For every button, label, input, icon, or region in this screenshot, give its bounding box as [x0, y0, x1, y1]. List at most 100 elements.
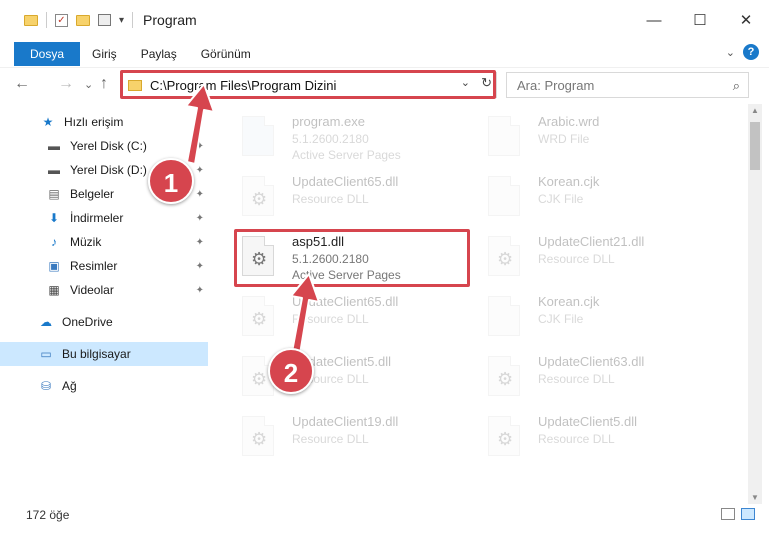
- dll-file-icon: ⚙: [488, 356, 520, 396]
- sidebar-item-bu-bilgisayar[interactable]: ▭ Bu bilgisayar: [0, 342, 208, 366]
- pin-icon: ✦: [195, 284, 204, 296]
- search-input[interactable]: Ara: Program ⌕: [506, 72, 749, 98]
- separator: [46, 12, 47, 28]
- file-name: UpdateClient65.dll: [292, 294, 399, 309]
- network-icon: ⛁: [40, 379, 52, 393]
- tab-giris[interactable]: Giriş: [80, 42, 129, 66]
- file-type: CJK File: [538, 192, 584, 206]
- scroll-up-icon[interactable]: ▲: [751, 106, 759, 115]
- sidebar-item-label: Yerel Disk (C:): [70, 139, 147, 153]
- sidebar-item-resimler[interactable]: ▣ Resimler ✦: [0, 254, 208, 278]
- tab-paylas[interactable]: Paylaş: [129, 42, 189, 66]
- file-name: Korean.cjk: [538, 294, 600, 309]
- scrollbar-thumb[interactable]: [750, 122, 760, 170]
- pictures-icon: ▣: [48, 259, 60, 273]
- sidebar-item-onedrive[interactable]: ☁ OneDrive: [0, 310, 208, 334]
- dll-file-icon: ⚙: [242, 296, 274, 336]
- dll-file-icon: ⚙: [242, 416, 274, 456]
- pin-icon: ✦: [195, 164, 204, 176]
- vertical-scrollbar[interactable]: ▲ ▼: [748, 104, 762, 504]
- gear-icon: ⚙: [497, 429, 514, 449]
- pin-icon: ✦: [195, 188, 204, 200]
- search-icon[interactable]: ⌕: [733, 78, 740, 94]
- sidebar-item-ag[interactable]: ⛁ Ağ: [0, 374, 208, 398]
- file-type: Resource DLL: [292, 192, 369, 206]
- tiles-view-icon[interactable]: [741, 508, 755, 520]
- status-bar: 172 öğe: [0, 504, 769, 526]
- tab-gorunum[interactable]: Görünüm: [189, 42, 263, 66]
- gear-icon: ⚙: [251, 369, 268, 389]
- gear-icon: ⚙: [251, 309, 268, 329]
- sidebar-item-yerel-disk-c[interactable]: ▬ Yerel Disk (C:) ✦: [0, 134, 208, 158]
- file-tile[interactable]: ⚙ UpdateClient65.dll Resource DLL: [230, 288, 470, 346]
- file-description: Active Server Pages: [292, 148, 401, 162]
- file-name: UpdateClient63.dll: [538, 354, 645, 369]
- title-bar: ✓ ▾ Program — ☐ ✕: [0, 0, 769, 40]
- maximize-button[interactable]: ☐: [677, 0, 723, 40]
- sidebar-item-label: İndirmeler: [70, 211, 124, 225]
- expand-ribbon-icon[interactable]: ⌄: [726, 46, 735, 59]
- help-icon[interactable]: ?: [743, 44, 759, 60]
- ribbon-right: ⌄ ?: [726, 44, 759, 60]
- file-tile[interactable]: ⚙ UpdateClient21.dll Resource DLL: [476, 228, 716, 286]
- file-tile[interactable]: program.exe 5.1.2600.2180 Active Server …: [230, 108, 470, 166]
- dll-file-icon: ⚙: [242, 176, 274, 216]
- dropdown-arrow-icon[interactable]: ▾: [119, 15, 124, 26]
- tab-dosya[interactable]: Dosya: [14, 41, 81, 66]
- file-tile[interactable]: Korean.cjk CJK File: [476, 168, 716, 226]
- file-name: UpdateClient65.dll: [292, 174, 399, 189]
- file-tile[interactable]: ⚙ UpdateClient19.dll Resource DLL: [230, 408, 470, 466]
- minimize-button[interactable]: —: [631, 0, 677, 40]
- file-type: Resource DLL: [538, 252, 615, 266]
- file-list: program.exe 5.1.2600.2180 Active Server …: [220, 104, 746, 504]
- checklist-icon[interactable]: ✓: [55, 13, 68, 27]
- star-icon: ★: [42, 115, 54, 129]
- back-button[interactable]: ←: [14, 75, 30, 93]
- gear-icon: ⚙: [497, 369, 514, 389]
- file-type: CJK File: [538, 312, 584, 326]
- onedrive-icon: ☁: [40, 315, 52, 329]
- sidebar-item-quick-access[interactable]: ★ Hızlı erişim: [0, 110, 208, 134]
- sidebar-item-label: Yerel Disk (D:): [70, 163, 147, 177]
- properties-icon[interactable]: [98, 14, 111, 26]
- sidebar-item-label: Bu bilgisayar: [62, 347, 131, 361]
- scroll-down-icon[interactable]: ▼: [751, 493, 759, 502]
- forward-button[interactable]: →: [58, 75, 74, 93]
- file-name: UpdateClient5.dll: [538, 414, 638, 429]
- file-name: UpdateClient19.dll: [292, 414, 399, 429]
- file-name: UpdateClient21.dll: [538, 234, 645, 249]
- explorer-window: ✓ ▾ Program — ☐ ✕ Dosya Giriş Paylaş Gör…: [0, 0, 769, 536]
- sidebar-item-label: Videolar: [70, 283, 114, 297]
- file-tile[interactable]: ⚙ UpdateClient63.dll Resource DLL: [476, 348, 716, 406]
- search-placeholder: Ara: Program: [517, 77, 595, 93]
- file-icon: [488, 296, 520, 336]
- file-type: Resource DLL: [538, 372, 615, 386]
- file-name: Korean.cjk: [538, 174, 600, 189]
- file-tile[interactable]: ⚙ UpdateClient65.dll Resource DLL: [230, 168, 470, 226]
- file-tile[interactable]: Arabic.wrd WRD File: [476, 108, 716, 166]
- videos-icon: ▦: [48, 283, 60, 297]
- documents-icon: ▤: [48, 187, 60, 201]
- sidebar-item-label: Müzik: [70, 235, 102, 249]
- sidebar-item-label: OneDrive: [62, 315, 113, 329]
- window-controls: — ☐ ✕: [631, 0, 769, 40]
- close-button[interactable]: ✕: [723, 0, 769, 40]
- file-tile[interactable]: ⚙ UpdateClient5.dll Resource DLL: [476, 408, 716, 466]
- file-tile[interactable]: Korean.cjk CJK File: [476, 288, 716, 346]
- address-highlight-box: [120, 70, 496, 99]
- recent-locations-button[interactable]: ⌄: [84, 78, 93, 91]
- sidebar-item-muzik[interactable]: ♪ Müzik ✦: [0, 230, 208, 254]
- new-folder-icon[interactable]: [76, 14, 90, 26]
- file-icon: [488, 116, 520, 156]
- up-button[interactable]: ↑: [100, 75, 108, 93]
- folder-icon[interactable]: [24, 14, 38, 26]
- file-tile[interactable]: ⚙ UpdateClient5.dll Resource DLL: [230, 348, 470, 406]
- sidebar-item-indirmeler[interactable]: ⬇ İndirmeler ✦: [0, 206, 208, 230]
- sidebar-item-videolar[interactable]: ▦ Videolar ✦: [0, 278, 208, 302]
- details-view-icon[interactable]: [721, 508, 735, 520]
- computer-icon: ▭: [40, 347, 52, 361]
- sidebar-item-label: Resimler: [70, 259, 118, 273]
- quick-access-toolbar: ✓ ▾: [0, 0, 134, 40]
- dll-file-icon: ⚙: [488, 236, 520, 276]
- file-type: Resource DLL: [292, 432, 369, 446]
